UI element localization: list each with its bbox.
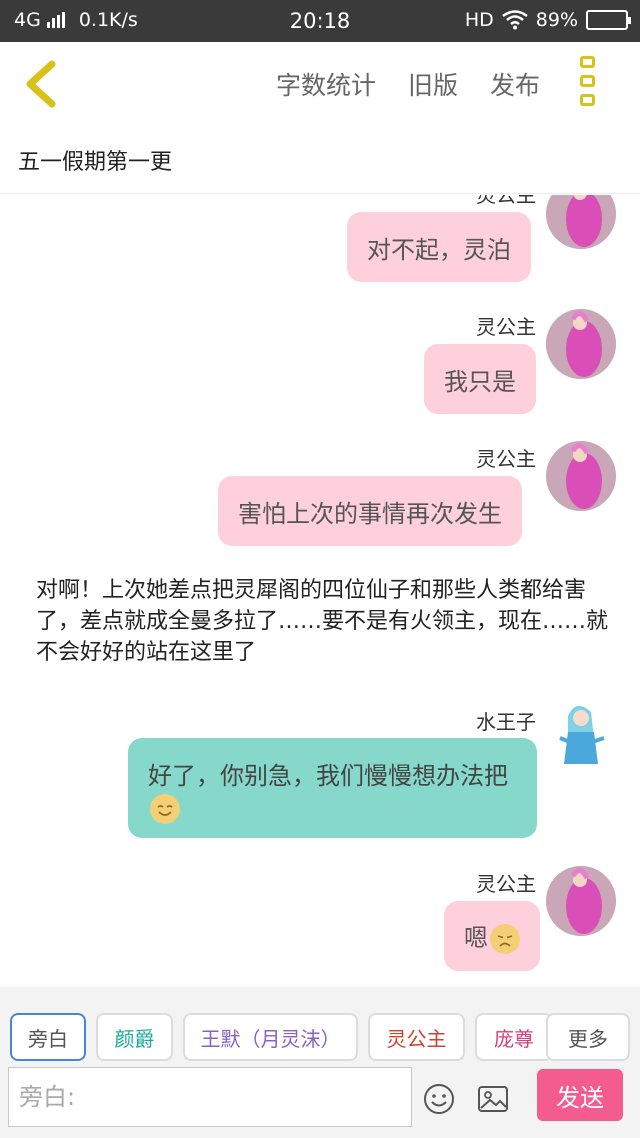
message-sender: 灵公主 bbox=[476, 447, 536, 471]
speaker-chip-wangmo[interactable]: 王默（月灵沫） bbox=[183, 1013, 358, 1061]
top-bar: 字数统计 旧版 发布 bbox=[0, 42, 640, 126]
speaker-chip-narrator[interactable]: 旁白 bbox=[10, 1013, 86, 1061]
message-input[interactable] bbox=[9, 1068, 411, 1126]
message-bubble[interactable]: 好了，你别急，我们慢慢想办法把 bbox=[128, 738, 537, 838]
narration-text[interactable]: 对啊！上次她差点把灵犀阁的四位仙子和那些人类都给害了，差点就成全曼多拉了……要不… bbox=[36, 575, 626, 668]
avatar-ling-gongzhu[interactable] bbox=[546, 309, 616, 379]
speaker-chip-pangzun[interactable]: 庞尊 bbox=[475, 1013, 553, 1061]
message-text: 好了，你别急，我们慢慢想办法把 bbox=[148, 760, 517, 824]
message-sender: 灵公主 bbox=[476, 872, 536, 896]
message-text: 嗯 bbox=[464, 918, 520, 954]
emoji-button-icon[interactable] bbox=[423, 1083, 455, 1115]
message-sender: 灵公主 bbox=[476, 195, 536, 207]
publish-button[interactable]: 发布 bbox=[490, 66, 540, 102]
message-text: 对不起，灵泊 bbox=[367, 235, 511, 264]
message-sender: 灵公主 bbox=[476, 315, 536, 339]
image-button-icon[interactable] bbox=[477, 1083, 509, 1115]
message-bubble[interactable]: 嗯 bbox=[444, 901, 540, 971]
message-text: 我只是 bbox=[444, 367, 516, 396]
sad-emoji-icon bbox=[490, 924, 520, 954]
avatar-ling-gongzhu[interactable] bbox=[546, 441, 616, 511]
speaker-chip-ling-gongzhu[interactable]: 灵公主 bbox=[368, 1013, 465, 1061]
battery-percent: 89% bbox=[535, 9, 578, 31]
avatar-ling-gongzhu[interactable] bbox=[546, 866, 616, 936]
toolbar-actions: 字数统计 旧版 发布 bbox=[276, 66, 540, 102]
message-text: 害怕上次的事情再次发生 bbox=[238, 499, 502, 528]
speaker-chip-yanjue[interactable]: 颜爵 bbox=[96, 1013, 173, 1061]
wifi-icon bbox=[502, 10, 528, 30]
chat-area[interactable]: 灵公主 对不起，灵泊 灵公主 我只是 灵公主 害怕上次的事情再次发生 对啊！上次… bbox=[0, 195, 640, 987]
speaker-selector: 旁白 颜爵 王默（月灵沫） 灵公主 庞尊 更多 bbox=[0, 1013, 640, 1061]
avatar-ling-gongzhu[interactable] bbox=[546, 195, 616, 249]
more-menu-icon[interactable] bbox=[580, 56, 600, 106]
message-bubble[interactable]: 我只是 bbox=[424, 344, 536, 414]
message-input-box bbox=[8, 1067, 412, 1127]
message-bubble[interactable]: 对不起，灵泊 bbox=[347, 212, 531, 282]
avatar-shui-wangzi[interactable] bbox=[546, 698, 616, 768]
old-version-button[interactable]: 旧版 bbox=[408, 66, 458, 102]
word-count-button[interactable]: 字数统计 bbox=[276, 66, 376, 102]
chapter-title[interactable]: 五一假期第一更 bbox=[0, 126, 640, 194]
hd-indicator: HD bbox=[464, 9, 494, 31]
message-bubble[interactable]: 害怕上次的事情再次发生 bbox=[218, 476, 522, 546]
status-bar: 4G 0.1K/s 20:18 HD 89% bbox=[0, 0, 640, 42]
message-sender: 水王子 bbox=[476, 710, 536, 734]
send-button[interactable]: 发送 bbox=[537, 1069, 623, 1121]
more-speakers-button[interactable]: 更多 bbox=[546, 1013, 630, 1061]
back-arrow-icon[interactable] bbox=[18, 58, 68, 110]
status-right: HD 89% bbox=[464, 9, 631, 31]
smile-emoji-icon bbox=[150, 794, 180, 824]
compose-panel: 旁白 颜爵 王默（月灵沫） 灵公主 庞尊 更多 发送 bbox=[0, 987, 640, 1138]
battery-icon bbox=[586, 10, 631, 30]
